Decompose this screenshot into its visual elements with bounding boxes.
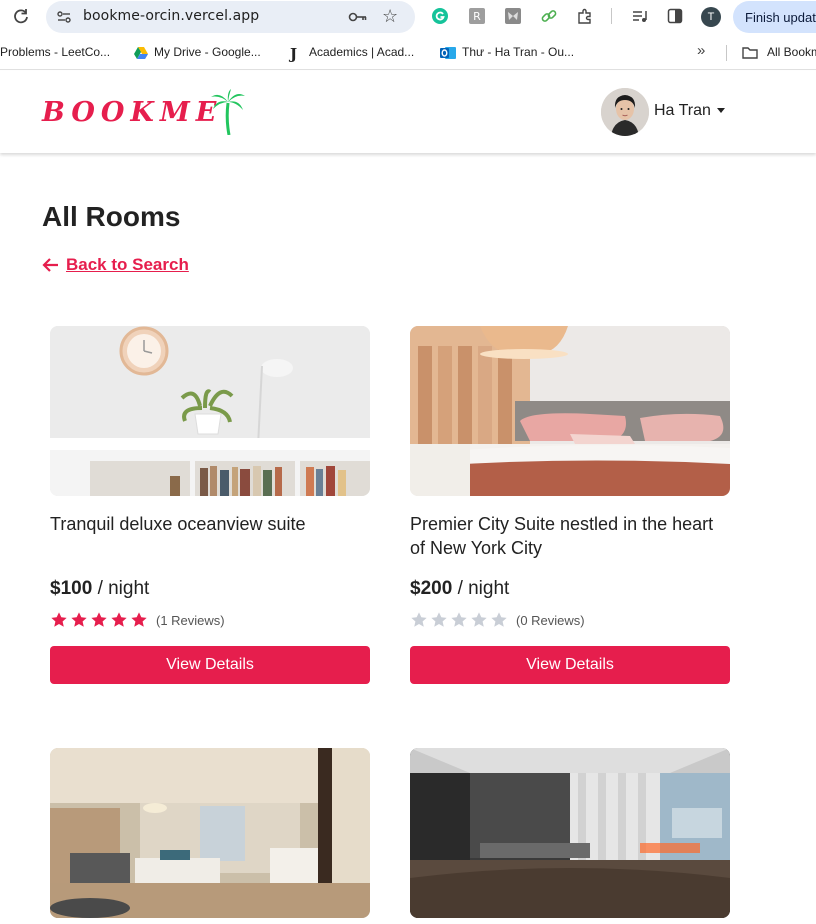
extensions-puzzle-icon[interactable] xyxy=(577,8,593,24)
star-icon xyxy=(51,612,67,627)
review-count: (0 Reviews) xyxy=(516,612,585,628)
back-to-search-link[interactable]: Back to Search xyxy=(42,255,189,275)
room-price: $100 / night xyxy=(50,578,149,600)
price-unit: / night xyxy=(97,578,150,599)
svg-text:R: R xyxy=(473,10,481,23)
site-info-icon[interactable] xyxy=(56,9,72,25)
room-price: $200 / night xyxy=(410,578,509,600)
star-icon xyxy=(411,612,427,627)
view-details-button[interactable]: View Details xyxy=(50,646,370,684)
chevron-down-icon xyxy=(717,108,725,113)
google-drive-icon xyxy=(133,45,149,61)
toolbar-divider xyxy=(611,8,612,24)
room-title[interactable]: Premier City Suite nestled in the heart … xyxy=(410,512,730,560)
star-icon xyxy=(71,612,87,627)
room-card: Tranquil deluxe oceanview suite $100 / n… xyxy=(50,326,370,684)
outlook-icon xyxy=(440,45,456,61)
room-card: Premier City Suite nestled in the heart … xyxy=(410,326,730,684)
bookme-logo[interactable]: BOOKME xyxy=(42,89,247,137)
bookmark-outlook[interactable]: Thư - Ha Tran - Ou... xyxy=(462,45,574,59)
extension-r-icon[interactable]: R xyxy=(469,8,485,24)
room-image[interactable] xyxy=(410,748,730,918)
star-icon xyxy=(131,612,147,627)
bookmarks-bar: Problems - LeetCo... My Drive - Google..… xyxy=(0,36,816,70)
bookmark-my-drive[interactable]: My Drive - Google... xyxy=(154,45,261,59)
review-count: (1 Reviews) xyxy=(156,612,225,628)
finish-update-button[interactable]: Finish update xyxy=(733,1,816,33)
room-title[interactable]: Tranquil deluxe oceanview suite xyxy=(50,512,370,536)
app-header: BOOKME Ha Tran xyxy=(0,71,816,153)
star-icon xyxy=(91,612,107,627)
room-image[interactable] xyxy=(410,326,730,496)
address-bar[interactable]: bookme-orcin.vercel.app ☆ xyxy=(46,1,415,33)
academics-j-icon: J xyxy=(290,45,298,63)
reload-icon[interactable] xyxy=(12,8,30,26)
user-avatar xyxy=(601,88,649,136)
star-icon xyxy=(471,612,487,627)
url-text: bookme-orcin.vercel.app xyxy=(83,8,260,24)
media-controls-icon[interactable] xyxy=(632,8,648,24)
bookmark-leetcode[interactable]: Problems - LeetCo... xyxy=(0,45,110,59)
extension-butterfly-icon[interactable] xyxy=(505,8,521,24)
profile-avatar[interactable]: T xyxy=(701,7,721,27)
star-icon xyxy=(111,612,127,627)
bookmark-star-icon[interactable]: ☆ xyxy=(382,6,398,27)
more-bookmarks-icon[interactable]: » xyxy=(697,42,705,59)
folder-icon xyxy=(742,45,758,61)
room-image[interactable] xyxy=(50,748,370,918)
star-icon xyxy=(431,612,447,627)
browser-toolbar: bookme-orcin.vercel.app ☆ R T Finish upd… xyxy=(0,0,816,36)
star-rating: (0 Reviews) xyxy=(410,611,585,629)
palm-tree-icon xyxy=(211,89,245,135)
room-card xyxy=(410,748,730,918)
arrow-left-icon xyxy=(42,258,58,272)
logo-text: BOOKME xyxy=(42,97,223,128)
star-icon xyxy=(451,612,467,627)
price-amount: $200 xyxy=(410,578,453,599)
price-amount: $100 xyxy=(50,578,93,599)
room-image[interactable] xyxy=(50,326,370,496)
bookmarks-divider xyxy=(726,45,727,61)
link-extension-icon[interactable] xyxy=(541,8,557,24)
view-details-button[interactable]: View Details xyxy=(410,646,730,684)
grammarly-extension-icon[interactable] xyxy=(432,8,448,24)
bookmark-academics[interactable]: Academics | Acad... xyxy=(309,45,414,59)
room-card xyxy=(50,748,370,918)
side-panel-icon[interactable] xyxy=(667,8,683,24)
back-link-label: Back to Search xyxy=(66,255,189,274)
page-title: All Rooms xyxy=(42,201,181,232)
star-rating: (1 Reviews) xyxy=(50,611,225,629)
bookmark-all-bookmarks[interactable]: All Bookmarks xyxy=(767,45,816,59)
price-unit: / night xyxy=(457,578,510,599)
star-icon xyxy=(491,612,507,627)
password-key-icon[interactable] xyxy=(348,9,368,25)
user-name: Ha Tran xyxy=(654,102,711,119)
